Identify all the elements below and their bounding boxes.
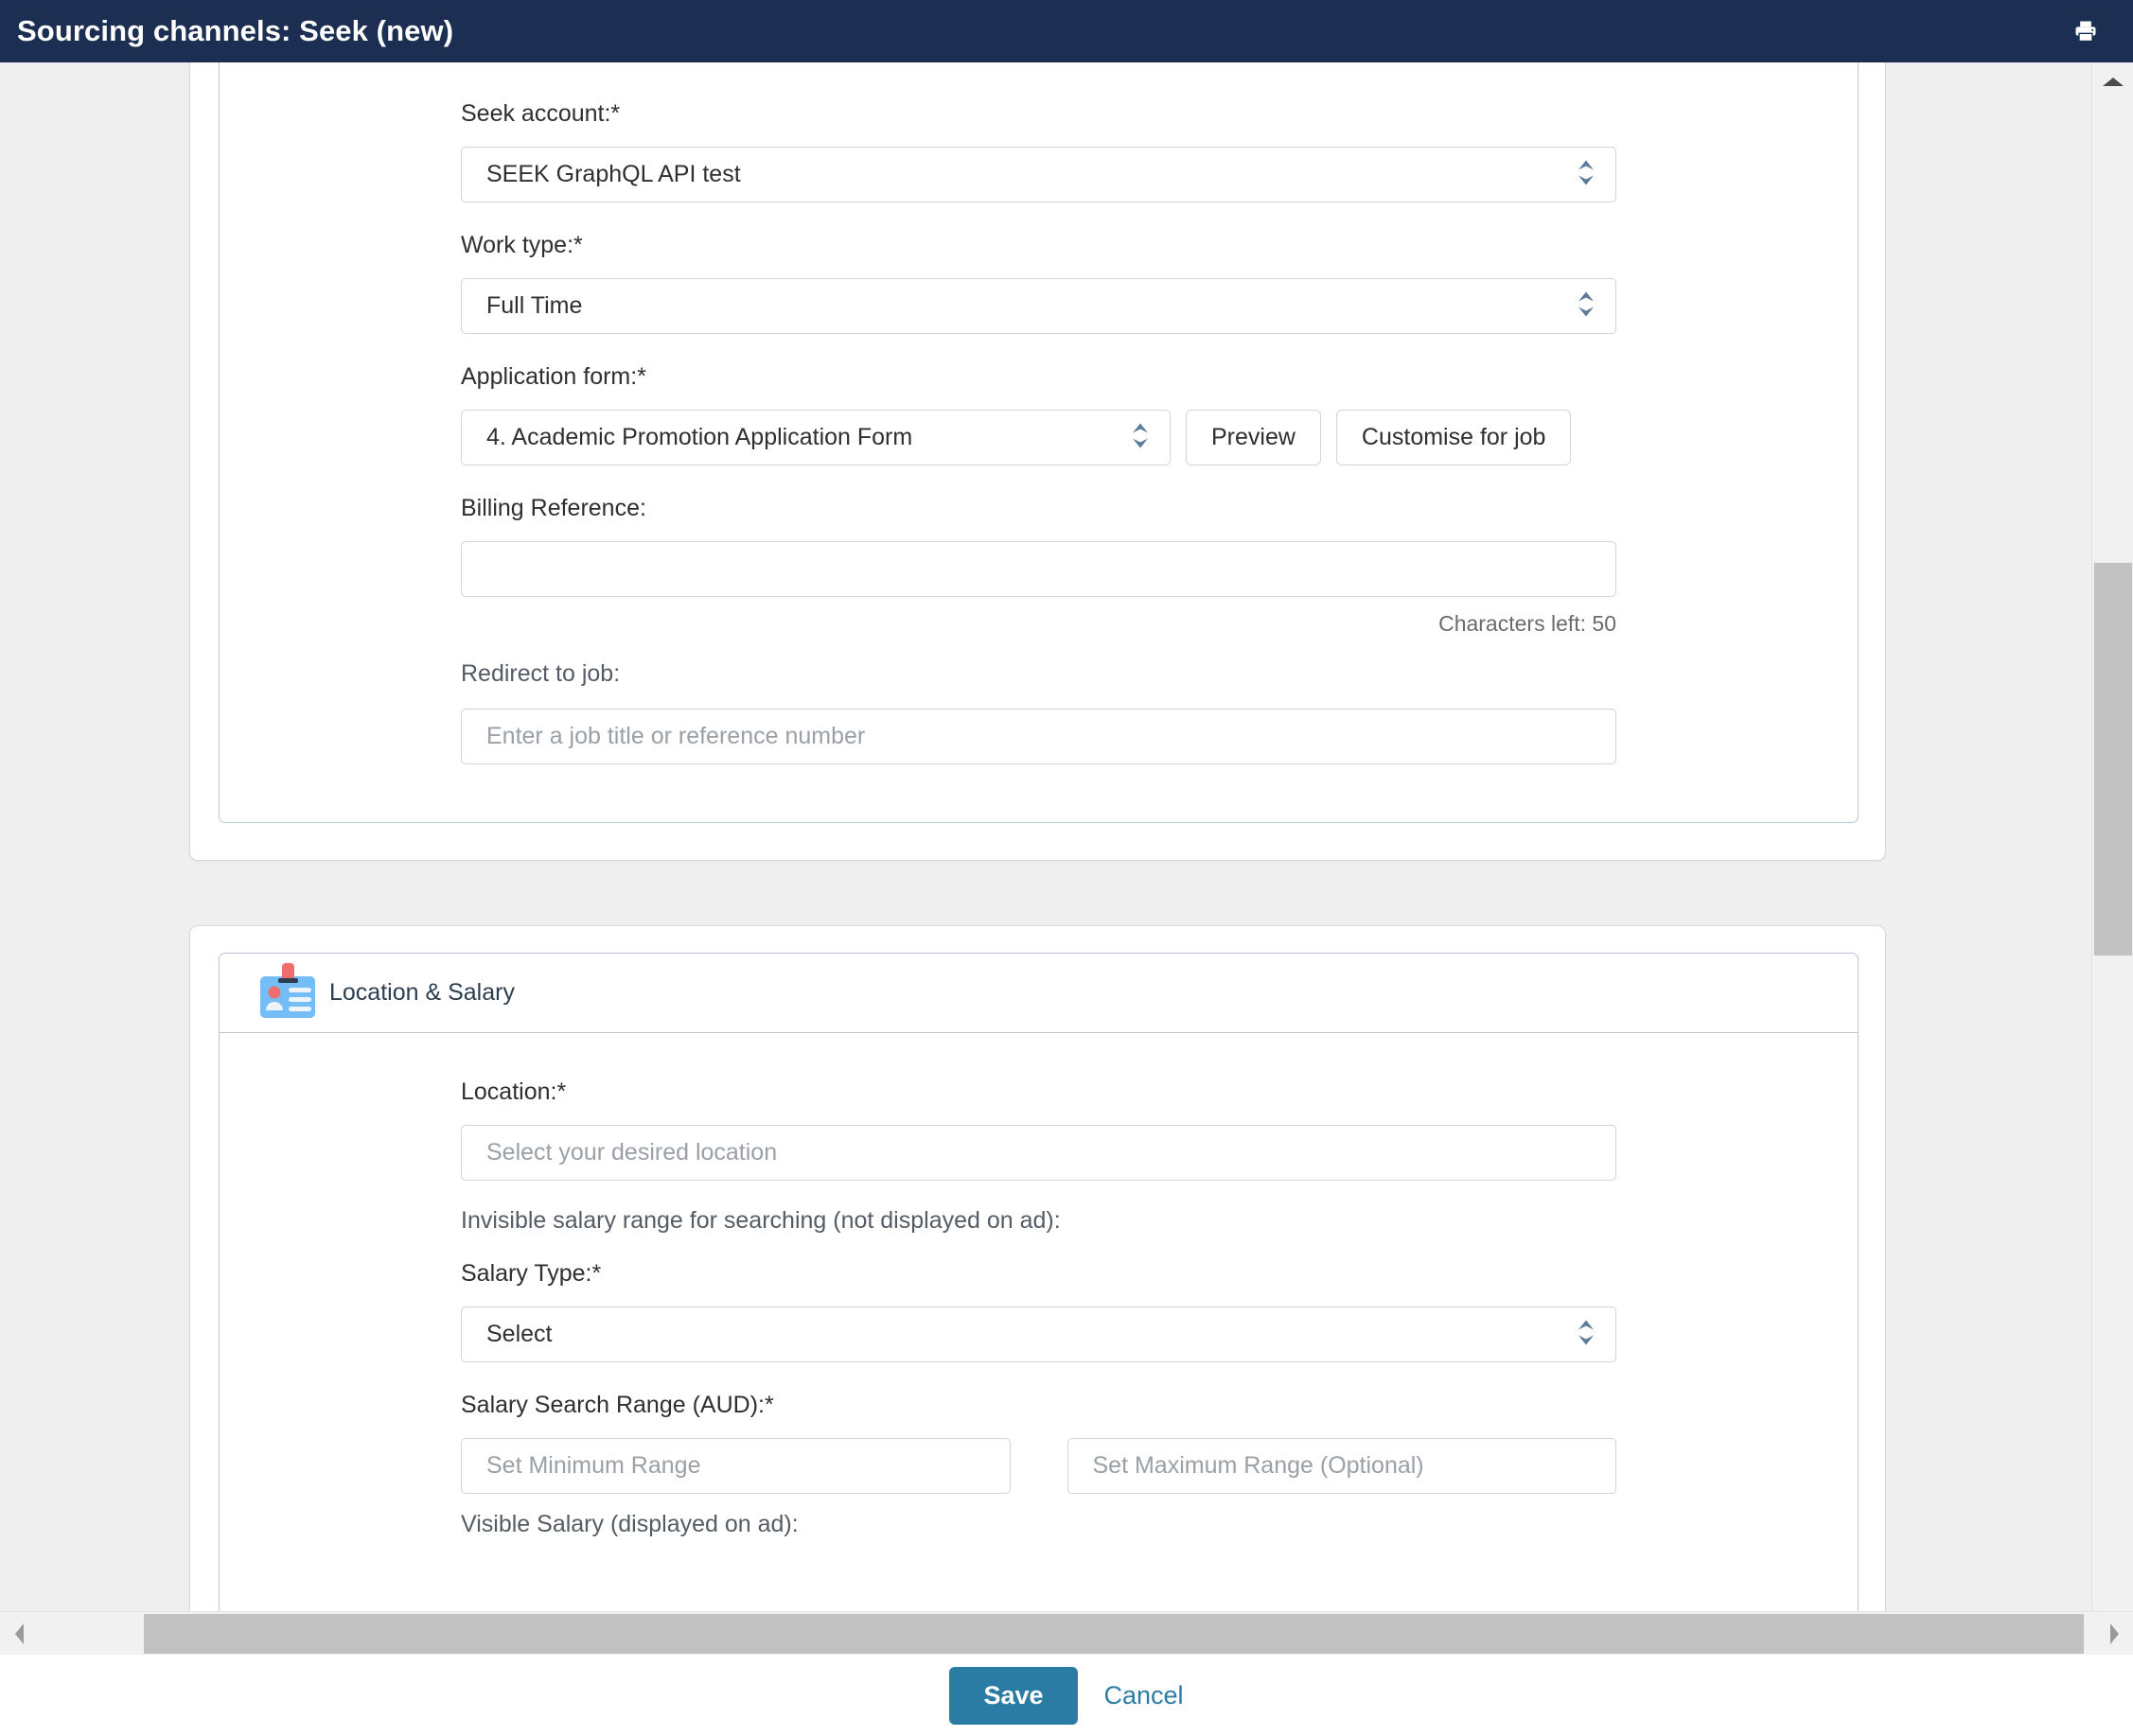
- salary-search-range-label: Salary Search Range (AUD):*: [461, 1392, 774, 1418]
- scroll-up-arrow-icon[interactable]: [2092, 62, 2133, 100]
- horizontal-scrollbar-thumb[interactable]: [144, 1614, 2084, 1654]
- application-form-label: Application form:*: [461, 363, 646, 390]
- page-title: Sourcing channels: Seek (new): [17, 14, 454, 47]
- work-type-value[interactable]: Full Time: [461, 278, 1616, 334]
- billing-reference-label: Billing Reference:: [461, 495, 646, 521]
- print-icon[interactable]: [2067, 14, 2105, 48]
- vertical-scrollbar-thumb[interactable]: [2094, 563, 2132, 956]
- redirect-to-job-label: Redirect to job:: [461, 660, 621, 687]
- form-footer: Save Cancel: [0, 1655, 2133, 1736]
- application-form-value[interactable]: 4. Academic Promotion Application Form: [461, 410, 1171, 465]
- seek-account-value[interactable]: SEEK GraphQL API test: [461, 147, 1616, 202]
- salary-type-label: Salary Type:*: [461, 1260, 602, 1287]
- panel-body-seek-details: Seek account:* SEEK GraphQL API test Wor…: [220, 62, 1858, 764]
- location-input[interactable]: [461, 1125, 1616, 1181]
- work-type-label: Work type:*: [461, 232, 583, 258]
- application-form-select[interactable]: 4. Academic Promotion Application Form: [461, 410, 1171, 465]
- id-badge-icon: [257, 963, 320, 1023]
- location-label: Location:*: [461, 1078, 567, 1105]
- section-header-location-salary: Location & Salary: [220, 954, 1858, 1033]
- seek-account-label: Seek account:*: [461, 100, 621, 127]
- preview-button[interactable]: Preview: [1186, 410, 1321, 465]
- panel-body-location-salary: Location:* Invisible salary range for se…: [220, 1033, 1858, 1538]
- card-location-salary: Location & Salary Location:* Invisible s…: [189, 925, 1886, 1640]
- salary-type-value[interactable]: Select: [461, 1306, 1616, 1362]
- panel-seek-details: Seek account:* SEEK GraphQL API test Wor…: [219, 62, 1859, 823]
- invisible-salary-note: Invisible salary range for searching (no…: [461, 1207, 1061, 1234]
- save-button[interactable]: Save: [949, 1666, 1078, 1725]
- card-seek-details: Seek account:* SEEK GraphQL API test Wor…: [189, 62, 1886, 861]
- horizontal-scrollbar[interactable]: [0, 1611, 2133, 1655]
- app-header: Sourcing channels: Seek (new): [0, 0, 2133, 62]
- customise-for-job-button[interactable]: Customise for job: [1335, 410, 1572, 465]
- seek-account-select[interactable]: SEEK GraphQL API test: [461, 147, 1616, 202]
- billing-reference-input[interactable]: [461, 541, 1616, 597]
- salary-min-input[interactable]: [461, 1438, 1011, 1494]
- panel-location-salary: Location & Salary Location:* Invisible s…: [219, 953, 1859, 1640]
- application-form-row: 4. Academic Promotion Application Form P…: [461, 410, 1616, 465]
- vertical-scrollbar[interactable]: [2091, 62, 2133, 1640]
- scroll-left-arrow-icon[interactable]: [0, 1612, 38, 1656]
- form-scroll-viewport: Seek account:* SEEK GraphQL API test Wor…: [0, 62, 2091, 1640]
- cancel-button[interactable]: Cancel: [1104, 1681, 1184, 1710]
- work-type-select[interactable]: Full Time: [461, 278, 1616, 334]
- redirect-to-job-input[interactable]: [461, 709, 1616, 764]
- salary-search-range-row: [461, 1438, 1616, 1494]
- salary-max-input[interactable]: [1066, 1438, 1616, 1494]
- scroll-right-arrow-icon[interactable]: [2095, 1612, 2133, 1656]
- salary-type-select[interactable]: Select: [461, 1306, 1616, 1362]
- visible-salary-note: Visible Salary (displayed on ad):: [461, 1511, 799, 1537]
- section-title-location-salary: Location & Salary: [329, 979, 515, 1006]
- billing-reference-hint: Characters left: 50: [1438, 611, 1616, 636]
